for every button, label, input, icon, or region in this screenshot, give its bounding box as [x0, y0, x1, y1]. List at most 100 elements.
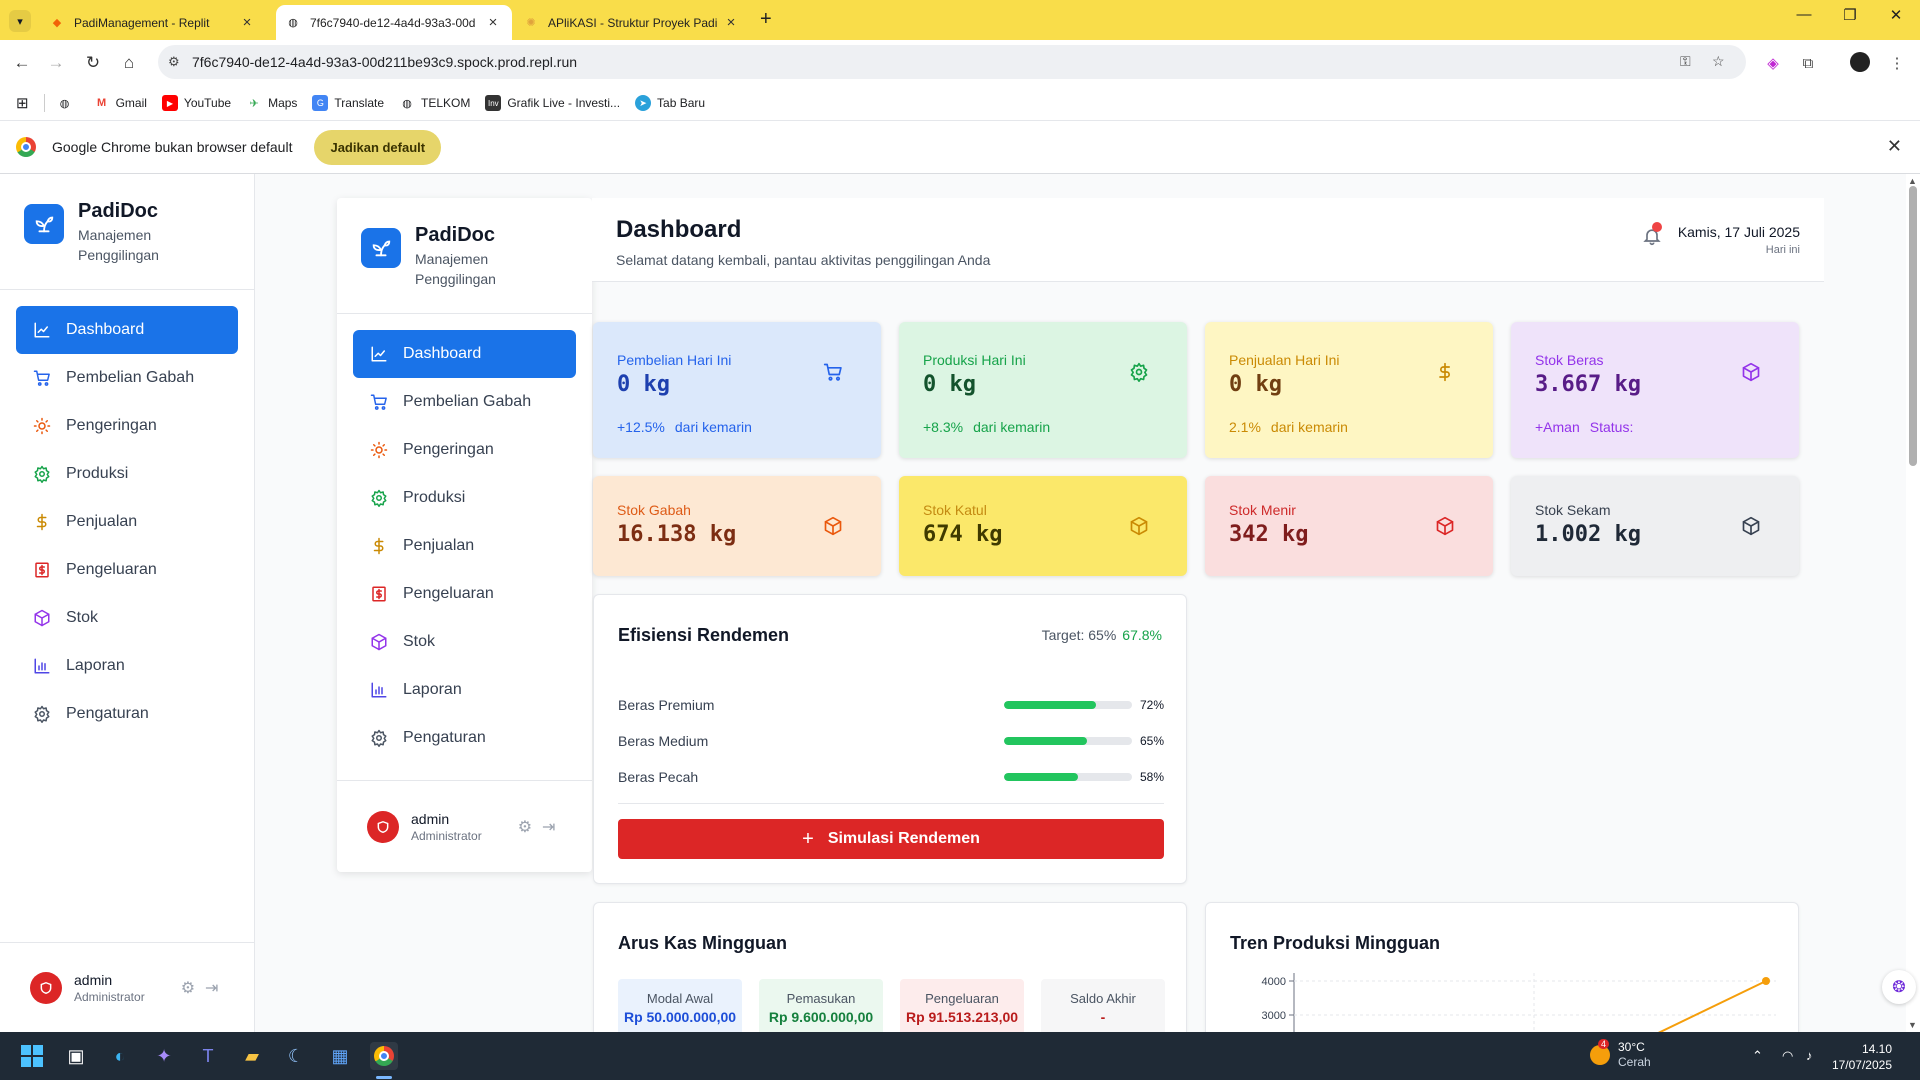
logout-icon[interactable]: ⇥ [542, 817, 555, 837]
sidebar-item-dashboard[interactable]: Dashboard [16, 306, 238, 354]
task-view-icon[interactable]: ▣ [62, 1042, 90, 1070]
sidebar-item-pengeringan[interactable]: Pengeringan [353, 426, 576, 474]
stock-label: Stok Sekam [1535, 502, 1611, 518]
apps-icon[interactable]: ⊞ [16, 94, 29, 112]
chrome-icon[interactable] [370, 1042, 398, 1070]
sidebar-item-pengeluaran[interactable]: Pengeluaran [16, 546, 238, 594]
logout-icon[interactable]: ⇥ [205, 978, 218, 998]
sidebar-item-penjualan[interactable]: Penjualan [16, 498, 238, 546]
tab-aplikasi[interactable]: ✺ APliKASI - Struktur Proyek Padi × [514, 5, 750, 40]
address-bar[interactable]: ⚙ 7f6c7940-de12-4a4d-93a3-00d211be93c9.s… [158, 45, 1746, 79]
password-key-icon[interactable]: ⚿ [1680, 53, 1691, 70]
restore-button[interactable]: ❐ [1827, 6, 1873, 24]
tab-search-button[interactable]: ▾ [9, 10, 31, 32]
close-icon[interactable]: × [238, 14, 256, 31]
scroll-down-icon[interactable]: ▼ [1908, 1020, 1917, 1030]
settings-icon[interactable]: ⚙ [518, 817, 532, 837]
notification-bell[interactable] [1642, 222, 1662, 251]
brand-title: PadiDoc [415, 224, 496, 246]
sidebar-duplicate: PadiDoc Manajemen Penggilingan Dashboard… [337, 198, 592, 872]
close-icon[interactable]: × [722, 14, 740, 31]
sidebar-item-pengaturan[interactable]: Pengaturan [16, 690, 238, 738]
extension-shield-icon[interactable]: ◈ [1762, 52, 1784, 74]
home-button[interactable]: ⌂ [116, 50, 142, 76]
avatar[interactable] [30, 971, 62, 1004]
sidebar-item-pembelian-gabah[interactable]: Pembelian Gabah [16, 354, 238, 402]
user-panel: admin Administrator ⚙ ⇥ [0, 942, 254, 1032]
close-window-button[interactable]: ✕ [1873, 6, 1919, 24]
scroll-up-icon[interactable]: ▲ [1908, 176, 1917, 186]
bookmark-star-icon[interactable]: ☆ [1712, 53, 1725, 70]
box-icon [823, 516, 843, 536]
sidebar-item-laporan[interactable]: Laporan [16, 642, 238, 690]
sidebar-item-stok[interactable]: Stok [353, 618, 576, 666]
windows-start-icon[interactable] [18, 1042, 46, 1070]
scrollbar-thumb[interactable] [1909, 186, 1917, 466]
teams-icon[interactable]: T [194, 1042, 222, 1070]
bookmark-telkom[interactable]: ◍ TELKOM [399, 95, 470, 111]
simulasi-rendemen-button[interactable]: + Simulasi Rendemen [618, 819, 1164, 859]
store-icon[interactable]: ▦ [326, 1042, 354, 1070]
stat-note: dari kemarin [674, 419, 752, 435]
sidebar-item-label: Penjualan [403, 537, 475, 554]
site-settings-icon[interactable]: ⚙ [168, 54, 180, 70]
sidebar-item-stok[interactable]: Stok [16, 594, 238, 642]
bookmark-translate[interactable]: G Translate [312, 95, 384, 111]
sidebar-item-laporan[interactable]: Laporan [353, 666, 576, 714]
back-button[interactable]: ← [9, 50, 35, 76]
bookmark-maps[interactable]: ✈ Maps [246, 95, 297, 111]
tab-padimanagement[interactable]: ◆ PadiManagement - Replit × [40, 5, 266, 40]
wifi-icon[interactable]: ◠ [1782, 1048, 1793, 1064]
y-tick-label: 3000 [1262, 1010, 1286, 1022]
replit-icon: ◆ [52, 17, 62, 29]
bookmark-grafik[interactable]: Inv Grafik Live - Investi... [485, 95, 620, 111]
bookmark-tab-baru[interactable]: ➤ Tab Baru [635, 95, 705, 111]
stat-card: Pembelian Hari Ini 0 kg +12.5% dari kemarin [593, 322, 881, 458]
sidebar-item-produksi[interactable]: Produksi [16, 450, 238, 498]
new-tab-button[interactable]: + [760, 8, 772, 31]
volume-icon[interactable]: ♪ [1806, 1048, 1813, 1063]
file-explorer-icon[interactable]: ▰ [238, 1042, 266, 1070]
make-default-button[interactable]: Jadikan default [314, 129, 442, 165]
settings-icon[interactable]: ⚙ [181, 978, 195, 998]
sidebar-item-produksi[interactable]: Produksi [353, 474, 576, 522]
sidebar-item-pembelian-gabah[interactable]: Pembelian Gabah [353, 378, 576, 426]
weather-widget[interactable]: 4 30°C Cerah [1590, 1039, 1651, 1070]
production-line-chart: 3000 4000 [1262, 973, 1776, 1032]
bookmark-youtube[interactable]: ▶ YouTube [161, 95, 231, 111]
sidebar-item-dashboard[interactable]: Dashboard [353, 330, 576, 378]
edge-icon[interactable]: ◐ [106, 1042, 134, 1070]
globe-icon: ◍ [59, 97, 70, 110]
data-point[interactable] [1762, 977, 1770, 985]
system-clock[interactable]: 14.10 17/07/2025 [1832, 1041, 1892, 1073]
user-role: Administrator [74, 989, 145, 1004]
close-icon[interactable]: ✕ [1887, 136, 1902, 157]
cart-icon [32, 368, 52, 388]
minimize-button[interactable]: — [1781, 6, 1827, 23]
bookmark-globe[interactable]: ◍ [57, 95, 79, 111]
reload-button[interactable]: ↻ [80, 50, 106, 76]
sidebar-item-pengeluaran[interactable]: Pengeluaran [353, 570, 576, 618]
sidebar-item-label: Penjualan [66, 513, 138, 530]
sidebar-item-pengaturan[interactable]: Pengaturan [353, 714, 576, 762]
avatar[interactable] [367, 810, 399, 843]
chevron-up-icon[interactable]: ⌃ [1752, 1048, 1763, 1064]
close-icon[interactable]: × [484, 14, 502, 31]
copilot-icon[interactable]: ✦ [150, 1042, 178, 1070]
profile-avatar[interactable] [1850, 52, 1870, 72]
extensions-icon[interactable]: ⧉ [1797, 52, 1819, 74]
moon-app-icon[interactable]: ☾ [282, 1042, 310, 1070]
bookmark-gmail[interactable]: M Gmail [94, 95, 147, 111]
sidebar-item-pengeringan[interactable]: Pengeringan [16, 402, 238, 450]
assistant-bubble-icon[interactable]: ❂ [1882, 970, 1916, 1004]
tab-app[interactable]: ◍ 7f6c7940-de12-4a4d-93a3-00d × [276, 5, 512, 40]
rendemen-progress-track [1004, 773, 1132, 781]
app-viewport: PadiDoc Manajemen Penggilingan Dashboard… [0, 174, 1906, 1032]
forward-button[interactable]: → [43, 50, 69, 76]
brand: PadiDoc Manajemen Penggilingan [337, 198, 592, 314]
sidebar-item-penjualan[interactable]: Penjualan [353, 522, 576, 570]
user-name: admin [411, 810, 450, 827]
stat-note: dari kemarin [973, 419, 1051, 435]
menu-icon[interactable]: ⋮ [1886, 52, 1908, 74]
page-scrollbar[interactable]: ▲ ▼ [1906, 174, 1920, 1032]
